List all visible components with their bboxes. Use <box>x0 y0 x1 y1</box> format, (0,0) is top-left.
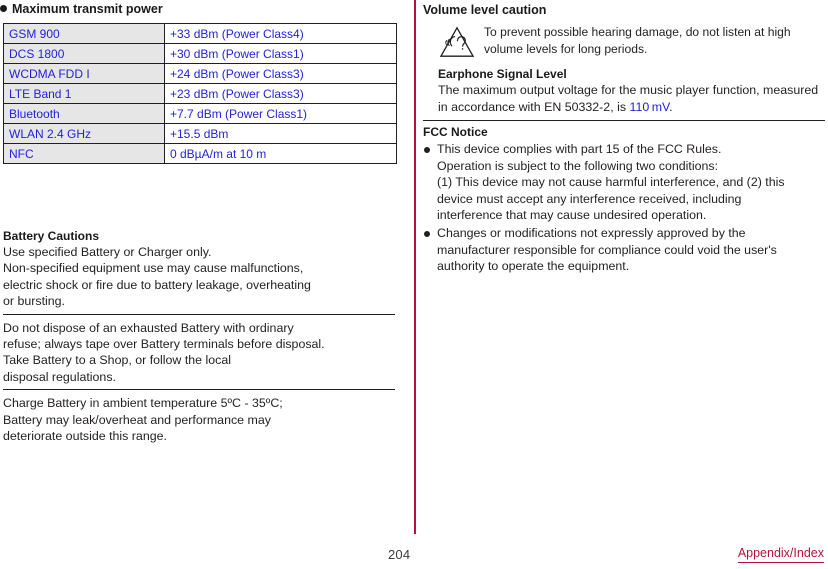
fcc-notice-item-text: This device complies with part 15 of the… <box>437 142 785 223</box>
max-transmit-power-table: GSM 900 +33 dBm (Power Class4) DCS 1800 … <box>3 23 397 164</box>
table-cell-power: +23 dBm (Power Class3) <box>164 83 397 104</box>
max-transmit-power-heading-label: Maximum transmit power <box>12 2 163 16</box>
manual-page: Maximum transmit power GSM 900 +33 dBm (… <box>0 0 828 569</box>
table-row: Bluetooth +7.7 dBm (Power Class1) <box>3 103 397 124</box>
table-cell-power: 0 dBµA/m at 10 m <box>164 143 397 164</box>
table-cell-power: +15.5 dBm <box>164 123 397 144</box>
volume-warning-text: To prevent possible hearing damage, do n… <box>484 25 791 56</box>
column-divider <box>414 0 416 534</box>
table-body: GSM 900 +33 dBm (Power Class4) DCS 1800 … <box>3 23 397 164</box>
table-row: NFC 0 dBµA/m at 10 m <box>3 143 397 164</box>
table-cell-band: Bluetooth <box>3 103 165 124</box>
max-transmit-power-heading: Maximum transmit power <box>0 2 400 17</box>
volume-caution-block: Volume level caution To prevent possible… <box>423 2 825 126</box>
earphone-signal-level-heading: Earphone Signal Level <box>438 67 567 81</box>
table-cell-power: +7.7 dBm (Power Class1) <box>164 103 397 124</box>
table-cell-band: WLAN 2.4 GHz <box>3 123 165 144</box>
table-cell-band: GSM 900 <box>3 23 165 44</box>
bullet-dot-icon <box>0 5 7 12</box>
table-row: WLAN 2.4 GHz +15.5 dBm <box>3 123 397 144</box>
earphone-text-after: . <box>669 99 673 114</box>
table-row: WCDMA FDD I +24 dBm (Power Class3) <box>3 63 397 84</box>
table-cell-band: WCDMA FDD I <box>3 63 165 84</box>
battery-cautions-block: Battery Cautions Use specified Battery o… <box>3 228 395 444</box>
table-row: LTE Band 1 +23 dBm (Power Class3) <box>3 83 397 104</box>
list-item: Changes or modifications not expressly a… <box>423 225 825 275</box>
table-cell-band: DCS 1800 <box>3 43 165 64</box>
table-cell-power: +33 dBm (Power Class4) <box>164 23 397 44</box>
fcc-notice-block: FCC Notice This device complies with par… <box>423 124 825 275</box>
volume-caution-heading: Volume level caution <box>423 3 547 17</box>
page-number: 204 <box>388 547 411 562</box>
battery-caution-paragraph: Use specified Battery or Charger only. N… <box>3 245 311 309</box>
fcc-notice-heading: FCC Notice <box>423 125 488 139</box>
fcc-notice-item-text: Changes or modifications not expressly a… <box>437 225 777 274</box>
divider-rule <box>423 120 825 122</box>
bullet-dot-icon <box>424 230 430 237</box>
battery-caution-paragraph: Do not dispose of an exhausted Battery w… <box>3 320 325 384</box>
page-footer: 204 Appendix/Index <box>0 534 828 569</box>
list-item: This device complies with part 15 of the… <box>423 141 825 224</box>
table-cell-band: NFC <box>3 143 165 164</box>
battery-caution-paragraph: Charge Battery in ambient temperature 5º… <box>3 396 283 444</box>
appendix-index-link[interactable]: Appendix/Index <box>737 546 824 563</box>
left-column: Maximum transmit power GSM 900 +33 dBm (… <box>0 0 400 534</box>
bullet-dot-icon <box>424 147 430 153</box>
earphone-voltage-value: 110 mV <box>629 99 670 114</box>
divider-rule <box>3 313 395 315</box>
battery-cautions-heading: Battery Cautions <box>3 229 100 243</box>
table-row: GSM 900 +33 dBm (Power Class4) <box>3 23 397 44</box>
table-cell-band: LTE Band 1 <box>3 83 165 104</box>
divider-rule <box>3 389 395 391</box>
right-column: Volume level caution To prevent possible… <box>423 0 825 534</box>
earphone-signal-level-text: The maximum output voltage for the music… <box>438 82 825 115</box>
ear-warning-triangle-icon <box>439 26 475 57</box>
table-row: DCS 1800 +30 dBm (Power Class1) <box>3 43 397 64</box>
fcc-notice-list: This device complies with part 15 of the… <box>423 141 825 275</box>
table-cell-power: +30 dBm (Power Class1) <box>164 43 397 64</box>
table-cell-power: +24 dBm (Power Class3) <box>164 63 397 84</box>
volume-warning-row: To prevent possible hearing damage, do n… <box>423 24 825 59</box>
